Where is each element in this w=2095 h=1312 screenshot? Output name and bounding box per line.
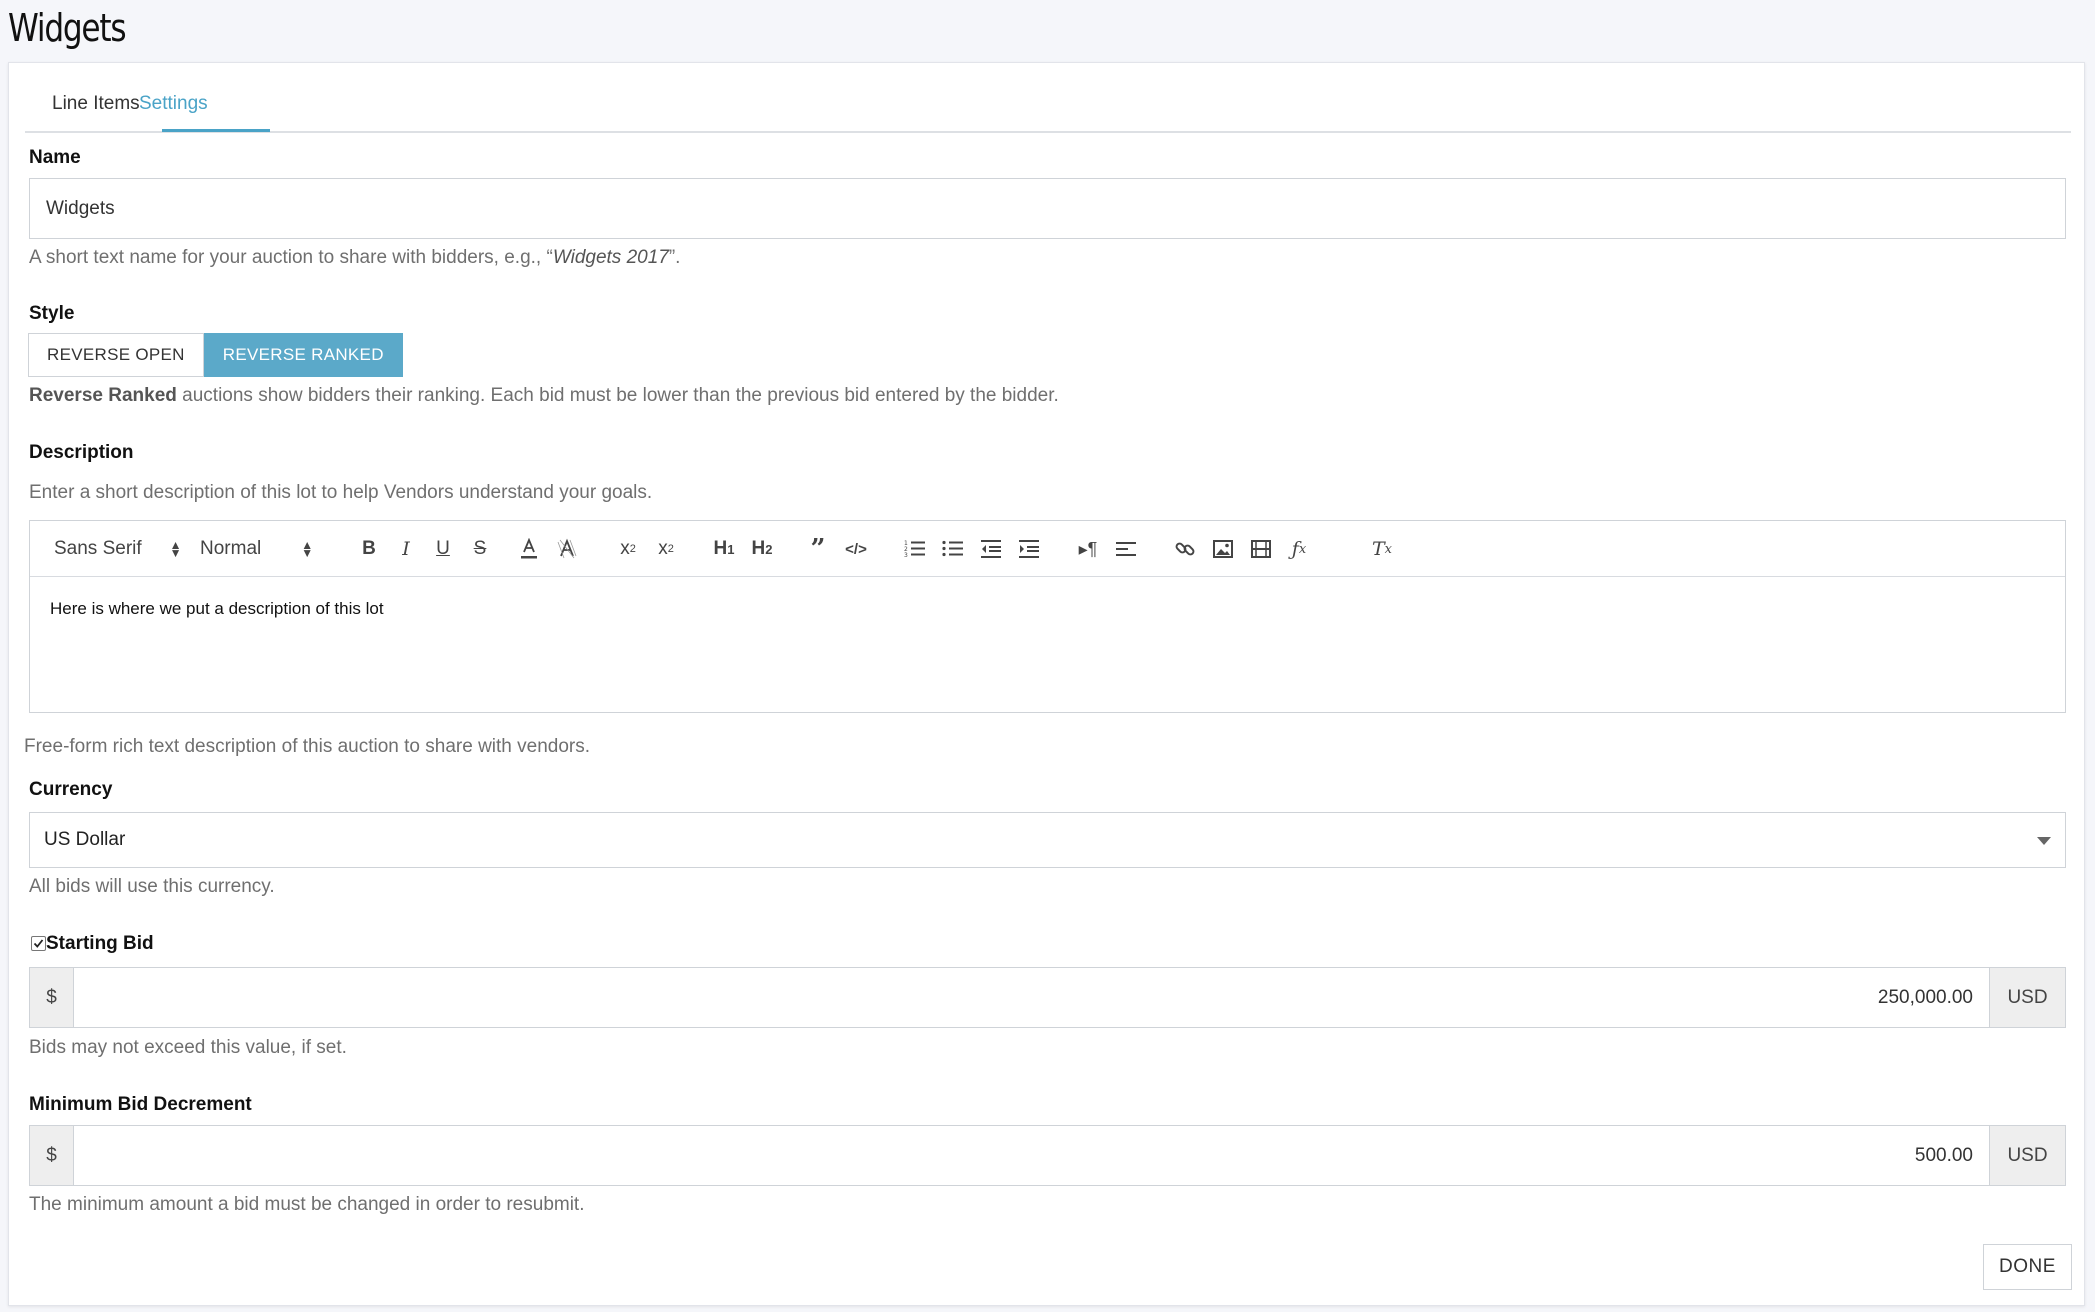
- done-button[interactable]: DONE: [1983, 1244, 2072, 1290]
- active-tab-indicator: [162, 129, 270, 132]
- min-decrement-suffix: USD: [1989, 1125, 2066, 1186]
- min-decrement-prefix: $: [29, 1125, 74, 1186]
- starting-bid-checkbox[interactable]: [31, 936, 46, 951]
- min-decrement-label: Minimum Bid Decrement: [29, 1094, 252, 1115]
- tab-bar: Line Items Settings: [25, 63, 2071, 133]
- chevron-down-icon: [2037, 837, 2051, 845]
- font-select-arrows-icon: ▲ ▼: [169, 538, 182, 560]
- description-label: Description: [29, 442, 134, 463]
- align-icon[interactable]: [1113, 533, 1139, 565]
- underline-icon[interactable]: U: [430, 533, 456, 565]
- currency-label: Currency: [29, 779, 113, 800]
- currency-select[interactable]: US Dollar: [29, 812, 2066, 868]
- font-size-select[interactable]: Normal ▲ ▼: [200, 533, 313, 565]
- indent-icon[interactable]: [1016, 533, 1042, 565]
- name-label: Name: [29, 147, 81, 168]
- style-label: Style: [29, 303, 75, 324]
- style-toggle-group: REVERSE OPEN REVERSE RANKED: [28, 333, 403, 377]
- text-direction-icon[interactable]: ▸¶: [1075, 533, 1101, 565]
- tab-settings[interactable]: Settings: [139, 93, 208, 115]
- starting-bid-group: $ USD: [29, 967, 2066, 1028]
- clear-format-icon[interactable]: Tx: [1369, 533, 1395, 565]
- bold-icon[interactable]: B: [356, 533, 382, 565]
- bullet-list-icon[interactable]: [940, 533, 966, 565]
- editor-content[interactable]: Here is where we put a description of th…: [50, 599, 384, 619]
- page-title: Widgets: [8, 6, 127, 50]
- font-color-icon[interactable]: [516, 533, 542, 565]
- starting-bid-suffix: USD: [1989, 967, 2066, 1028]
- formula-icon[interactable]: ƒx: [1286, 533, 1312, 565]
- starting-bid-help: Bids may not exceed this value, if set.: [29, 1037, 347, 1058]
- min-decrement-help: The minimum amount a bid must be changed…: [29, 1194, 585, 1215]
- superscript-icon[interactable]: x2: [651, 533, 681, 565]
- check-icon: [33, 939, 44, 948]
- italic-icon[interactable]: I: [393, 533, 419, 565]
- background-color-icon[interactable]: [554, 533, 580, 565]
- editor-toolbar: Sans Serif ▲ ▼ Normal ▲ ▼ B I U S x2 x2 H1…: [30, 521, 2065, 577]
- style-help: Reverse Ranked auctions show bidders the…: [29, 385, 1059, 406]
- currency-select-value: US Dollar: [44, 829, 126, 850]
- name-help: A short text name for your auction to sh…: [29, 247, 681, 268]
- description-help-top: Enter a short description of this lot to…: [29, 482, 653, 503]
- link-icon[interactable]: [1172, 533, 1198, 565]
- image-icon[interactable]: [1210, 533, 1236, 565]
- rich-text-editor: Sans Serif ▲ ▼ Normal ▲ ▼ B I U S x2 x2 H1…: [29, 520, 2066, 713]
- min-decrement-group: $ USD: [29, 1125, 2066, 1186]
- video-icon[interactable]: [1248, 533, 1274, 565]
- settings-card: Line Items Settings Name A short text na…: [8, 62, 2085, 1306]
- font-family-select[interactable]: Sans Serif ▲ ▼: [54, 533, 182, 565]
- starting-bid-prefix: $: [29, 967, 74, 1028]
- name-input[interactable]: [29, 178, 2066, 239]
- subscript-icon[interactable]: x2: [613, 533, 643, 565]
- description-help-bottom: Free-form rich text description of this …: [24, 736, 591, 757]
- reverse-open-button[interactable]: REVERSE OPEN: [28, 333, 204, 377]
- svg-text:3: 3: [904, 552, 908, 559]
- outdent-icon[interactable]: [978, 533, 1004, 565]
- starting-bid-input[interactable]: [74, 967, 1989, 1028]
- tab-line-items[interactable]: Line Items: [52, 93, 140, 115]
- heading1-icon[interactable]: H1: [709, 533, 739, 565]
- ordered-list-icon[interactable]: 123: [902, 533, 928, 565]
- size-select-arrows-icon: ▲ ▼: [301, 538, 314, 560]
- min-decrement-input[interactable]: [74, 1125, 1989, 1186]
- currency-help: All bids will use this currency.: [29, 876, 275, 897]
- heading2-icon[interactable]: H2: [747, 533, 777, 565]
- strike-icon[interactable]: S: [467, 533, 493, 565]
- starting-bid-label: Starting Bid: [46, 933, 154, 954]
- code-block-icon[interactable]: </>: [843, 533, 869, 565]
- blockquote-icon[interactable]: ”: [805, 533, 831, 565]
- reverse-ranked-button[interactable]: REVERSE RANKED: [203, 333, 403, 377]
